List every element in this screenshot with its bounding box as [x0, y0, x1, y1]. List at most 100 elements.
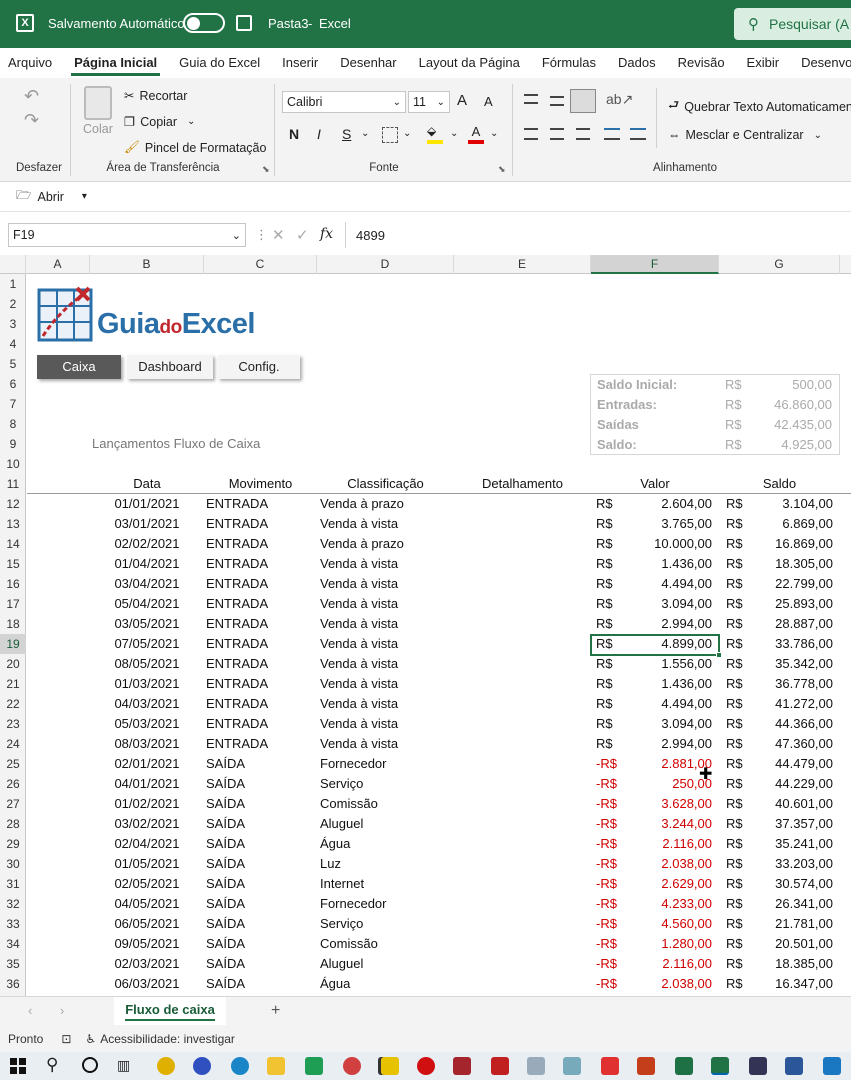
saldo-cell[interactable]: 22.799,00 — [747, 574, 833, 594]
valor-cell[interactable]: 4.494,00 — [627, 694, 712, 714]
valor-cell[interactable]: 2.994,00 — [627, 614, 712, 634]
date-cell[interactable]: 01/05/2021 — [90, 854, 204, 874]
date-cell[interactable]: 03/04/2021 — [90, 574, 204, 594]
valor-cell[interactable]: 3.765,00 — [627, 514, 712, 534]
classificacao-cell[interactable]: Venda à prazo — [320, 494, 454, 514]
valor-cell[interactable]: 4.560,00 — [627, 914, 712, 934]
saldo-cell[interactable]: 20.501,00 — [747, 934, 833, 954]
saldo-cell[interactable]: 40.601,00 — [747, 794, 833, 814]
movimento-cell[interactable]: ENTRADA — [206, 734, 316, 754]
classificacao-cell[interactable]: Venda à vista — [320, 574, 454, 594]
classificacao-cell[interactable]: Luz — [320, 854, 454, 874]
edge-icon[interactable] — [231, 1057, 249, 1075]
date-cell[interactable]: 02/02/2021 — [90, 534, 204, 554]
file-explorer-icon[interactable] — [267, 1057, 285, 1075]
classificacao-cell[interactable]: Venda à vista — [320, 654, 454, 674]
movimento-cell[interactable]: SAÍDA — [206, 854, 316, 874]
saldo-cell[interactable]: 30.574,00 — [747, 874, 833, 894]
name-box[interactable]: F19 ⌄ — [8, 223, 246, 247]
paint-app-icon[interactable] — [343, 1057, 361, 1075]
classificacao-cell[interactable]: Venda à vista — [320, 594, 454, 614]
row-header[interactable]: 20 — [0, 654, 26, 674]
column-header-g[interactable]: G — [719, 255, 840, 274]
date-cell[interactable]: 03/02/2021 — [90, 814, 204, 834]
fill-handle[interactable] — [716, 652, 722, 658]
format-painter-button[interactable]: 🖌 Pincel de Formatação — [124, 140, 266, 155]
paste-icon[interactable] — [84, 86, 112, 120]
row-header[interactable]: 33 — [0, 914, 26, 934]
movimento-cell[interactable]: SAÍDA — [206, 934, 316, 954]
row-header[interactable]: 13 — [0, 514, 26, 534]
classificacao-cell[interactable]: Água — [320, 834, 454, 854]
date-cell[interactable]: 08/03/2021 — [90, 734, 204, 754]
date-cell[interactable]: 02/04/2021 — [90, 834, 204, 854]
config-button[interactable]: Config. — [218, 355, 300, 379]
date-cell[interactable]: 02/01/2021 — [90, 754, 204, 774]
row-header[interactable]: 14 — [0, 534, 26, 554]
saldo-cell[interactable]: 28.887,00 — [747, 614, 833, 634]
movimento-cell[interactable]: ENTRADA — [206, 554, 316, 574]
row-header[interactable]: 2 — [0, 294, 26, 314]
row-header[interactable]: 24 — [0, 734, 26, 754]
accessibility-status[interactable]: Acessibilidade: investigar — [100, 1032, 235, 1046]
save-icon[interactable] — [236, 15, 252, 31]
date-cell[interactable]: 07/05/2021 — [90, 634, 204, 654]
classificacao-cell[interactable]: Aluguel — [320, 954, 454, 974]
red-app-icon[interactable] — [491, 1057, 509, 1075]
classificacao-cell[interactable]: Aluguel — [320, 814, 454, 834]
menu-desenvolvedor[interactable]: Desenvolvedo — [790, 48, 851, 78]
valor-cell[interactable]: 1.436,00 — [627, 674, 712, 694]
saldo-cell[interactable]: 44.479,00 — [747, 754, 833, 774]
redo-icon[interactable]: ↷ — [24, 110, 39, 131]
autosave-toggle[interactable] — [183, 13, 225, 33]
date-cell[interactable]: 01/02/2021 — [90, 794, 204, 814]
valor-cell[interactable]: 2.604,00 — [627, 494, 712, 514]
classificacao-cell[interactable]: Venda à vista — [320, 554, 454, 574]
date-cell[interactable]: 05/03/2021 — [90, 714, 204, 734]
row-header[interactable]: 11 — [0, 474, 26, 494]
date-cell[interactable]: 02/05/2021 — [90, 874, 204, 894]
insert-function-icon[interactable]: fx — [320, 226, 333, 242]
movimento-cell[interactable]: ENTRADA — [206, 694, 316, 714]
row-header[interactable]: 29 — [0, 834, 26, 854]
date-cell[interactable]: 01/04/2021 — [90, 554, 204, 574]
movimento-cell[interactable]: ENTRADA — [206, 534, 316, 554]
valor-cell[interactable]: 3.244,00 — [627, 814, 712, 834]
classificacao-cell[interactable]: Venda à vista — [320, 614, 454, 634]
access-app-icon[interactable] — [453, 1057, 471, 1075]
copy-button[interactable]: ❐ Copiar ⌄ — [124, 114, 195, 130]
movimento-cell[interactable]: SAÍDA — [206, 834, 316, 854]
date-cell[interactable]: 04/05/2021 — [90, 894, 204, 914]
row-header[interactable]: 21 — [0, 674, 26, 694]
date-cell[interactable]: 01/01/2021 — [90, 494, 204, 514]
movimento-cell[interactable]: SAÍDA — [206, 914, 316, 934]
row-header[interactable]: 28 — [0, 814, 26, 834]
valor-cell[interactable]: 2.629,00 — [627, 874, 712, 894]
open-button[interactable]: 🗁 Abrir — [16, 186, 64, 207]
movimento-cell[interactable]: SAÍDA — [206, 794, 316, 814]
macro-record-icon[interactable]: ⊡ — [61, 1032, 71, 1046]
column-header-c[interactable]: C — [204, 255, 317, 274]
align-right-icon[interactable] — [576, 128, 590, 140]
row-header[interactable]: 34 — [0, 934, 26, 954]
windows-start-icon[interactable] — [10, 1058, 26, 1074]
word-icon[interactable] — [785, 1057, 803, 1075]
row-header[interactable]: 3 — [0, 314, 26, 334]
movimento-cell[interactable]: SAÍDA — [206, 954, 316, 974]
saldo-cell[interactable]: 44.229,00 — [747, 774, 833, 794]
chevron-down-icon[interactable]: ⌄ — [450, 128, 458, 139]
date-cell[interactable]: 03/05/2021 — [90, 614, 204, 634]
column-header-a[interactable]: A — [26, 255, 90, 274]
prev-sheet-icon[interactable]: ‹ — [28, 1003, 32, 1018]
excel-taskbar-icon[interactable] — [711, 1057, 729, 1075]
movimento-cell[interactable]: SAÍDA — [206, 974, 316, 994]
classificacao-cell[interactable]: Venda à vista — [320, 674, 454, 694]
valor-cell[interactable]: 2.116,00 — [627, 834, 712, 854]
saldo-cell[interactable]: 16.869,00 — [747, 534, 833, 554]
row-header[interactable]: 19 — [0, 634, 26, 654]
menu-guia-do-excel[interactable]: Guia do Excel — [168, 48, 271, 78]
classificacao-cell[interactable]: Serviço — [320, 774, 454, 794]
align-top-icon[interactable] — [524, 94, 538, 104]
classificacao-cell[interactable]: Venda à vista — [320, 734, 454, 754]
saldo-cell[interactable]: 36.778,00 — [747, 674, 833, 694]
